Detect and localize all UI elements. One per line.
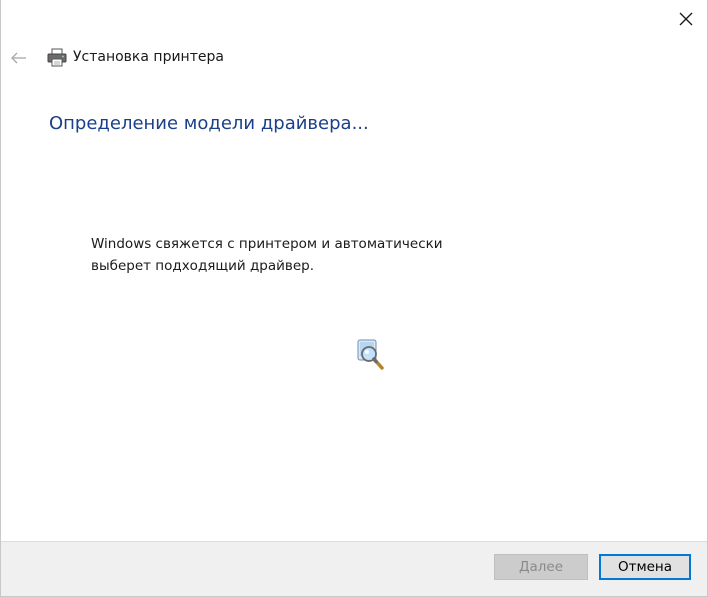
status-message: Windows свяжется с принтером и автоматич… bbox=[91, 236, 443, 274]
window-title: Установка принтера bbox=[73, 49, 224, 65]
back-arrow-icon bbox=[11, 52, 26, 64]
printer-install-dialog: Установка принтера Определение модели др… bbox=[0, 0, 708, 597]
page-heading: Определение модели драйвера... bbox=[49, 113, 369, 134]
cancel-button[interactable]: Отмена bbox=[599, 554, 691, 580]
close-button[interactable] bbox=[669, 4, 703, 34]
close-icon bbox=[679, 12, 693, 26]
next-button[interactable]: Далее bbox=[494, 554, 588, 580]
printer-icon bbox=[47, 48, 67, 67]
back-button[interactable] bbox=[7, 46, 31, 70]
search-magnifier-icon bbox=[357, 339, 384, 370]
dialog-footer: Далее Отмена bbox=[1, 541, 707, 596]
